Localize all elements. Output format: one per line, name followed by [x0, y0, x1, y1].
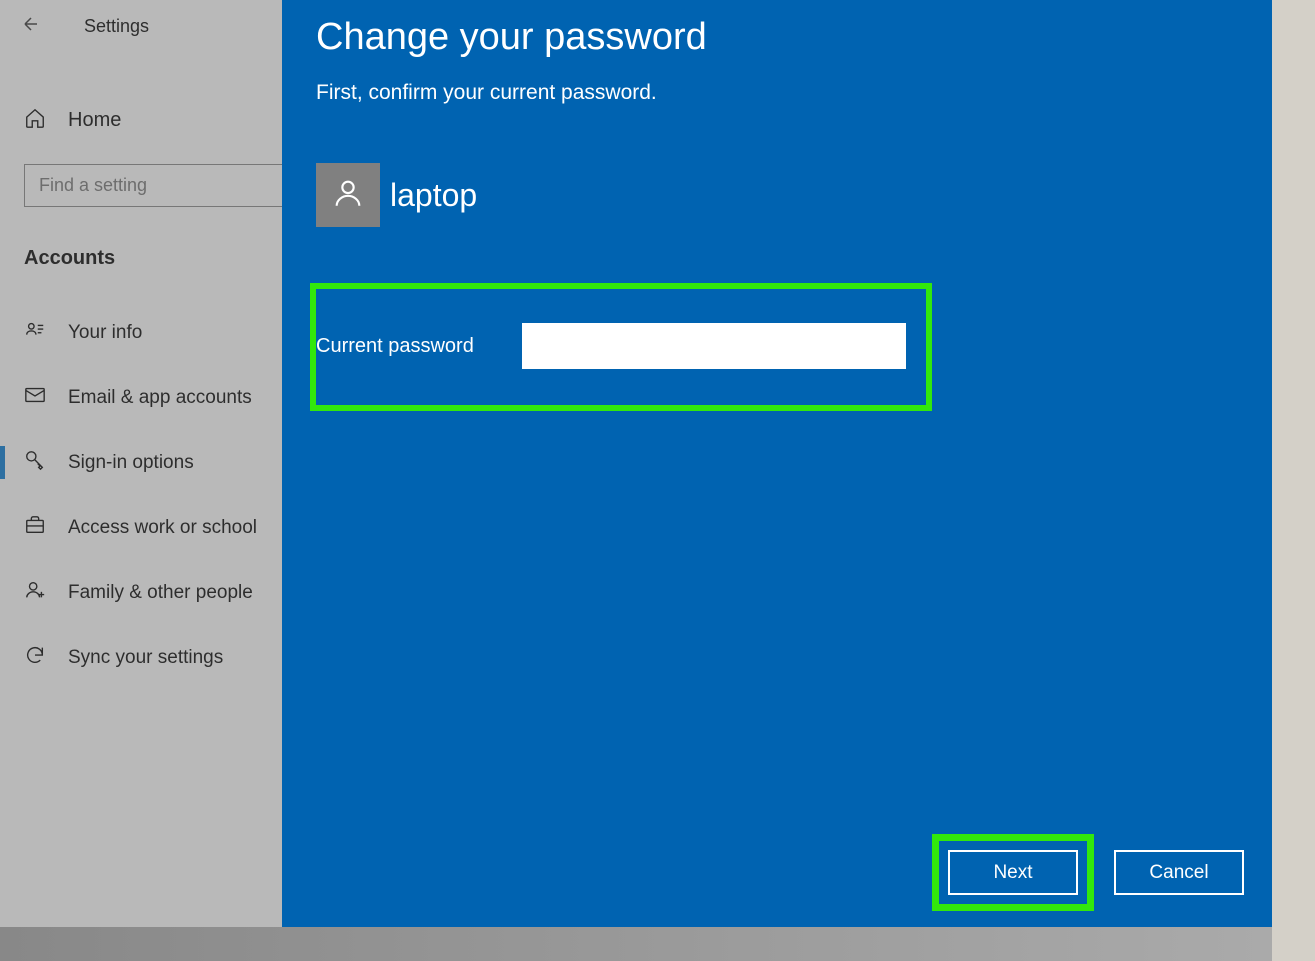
settings-title: Settings [84, 16, 149, 37]
cancel-button[interactable]: Cancel [1114, 850, 1244, 895]
sidebar-item-label: Sign-in options [68, 452, 194, 474]
person-icon [331, 176, 365, 215]
home-icon [24, 107, 46, 134]
change-password-modal: Change your password First, confirm your… [282, 0, 1272, 927]
sidebar-item-label: Family & other people [68, 582, 253, 604]
sidebar-item-label: Your info [68, 322, 142, 344]
next-button-highlight: Next [932, 834, 1094, 911]
sidebar-item-label: Access work or school [68, 517, 257, 539]
modal-subtitle: First, confirm your current password. [316, 81, 1238, 105]
person-add-icon [24, 579, 46, 606]
modal-footer: Next Cancel [932, 834, 1244, 911]
user-name: laptop [390, 177, 477, 214]
modal-title: Change your password [316, 16, 1238, 59]
current-password-input[interactable] [522, 323, 906, 369]
briefcase-icon [24, 514, 46, 541]
key-icon [24, 449, 46, 476]
right-edge-area [1272, 0, 1315, 961]
next-button[interactable]: Next [948, 850, 1078, 895]
sidebar-item-label: Sync your settings [68, 647, 223, 669]
bottom-desktop-strip [0, 927, 1272, 961]
home-label: Home [68, 109, 121, 132]
sync-icon [24, 644, 46, 671]
sidebar-item-label: Email & app accounts [68, 387, 252, 409]
mail-icon [24, 384, 46, 411]
back-arrow-icon[interactable] [20, 12, 84, 41]
password-label: Current password [316, 335, 474, 358]
user-card-icon [24, 319, 46, 346]
avatar [316, 163, 380, 227]
user-row: laptop [316, 163, 1238, 227]
password-field-highlight: Current password [310, 283, 932, 411]
